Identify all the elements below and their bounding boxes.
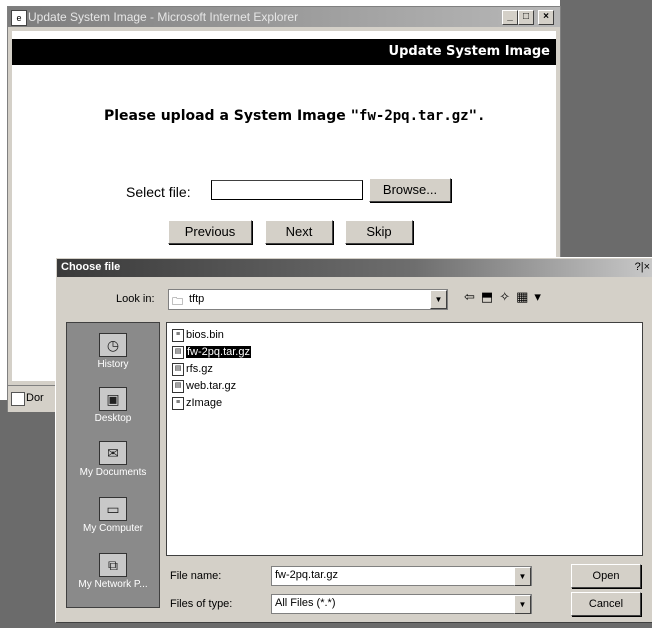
- history-icon: ◷: [99, 333, 127, 357]
- upload-prompt: Please upload a System Image "fw-2pq.tar…: [104, 108, 485, 124]
- list-item-selected[interactable]: ▤ fw-2pq.tar.gz: [172, 345, 251, 359]
- places-bar: ◷ History ▣ Desktop ✉ My Documents ▭ My …: [66, 322, 160, 608]
- archive-icon: ▤: [172, 379, 184, 393]
- file-name: web.tar.gz: [186, 380, 237, 392]
- ie-window-title: Update System Image - Microsoft Internet…: [28, 10, 299, 24]
- file-name-label: File name:: [170, 570, 222, 582]
- view-menu-icon[interactable]: ▦▾: [516, 289, 547, 304]
- file-name: rfs.gz: [186, 363, 213, 375]
- dialog-help-close-buttons[interactable]: ?|×: [635, 261, 650, 273]
- upload-prompt-text: Please upload a System Image: [104, 108, 351, 124]
- back-arrow-icon[interactable]: ⇦: [464, 289, 481, 304]
- status-text: Dor: [26, 392, 44, 404]
- archive-icon: ▤: [172, 345, 184, 359]
- close-button[interactable]: ×: [538, 10, 554, 25]
- files-of-type-value: All Files (*.*): [275, 597, 336, 609]
- place-desktop[interactable]: ▣ Desktop: [67, 387, 159, 424]
- place-history[interactable]: ◷ History: [67, 333, 159, 370]
- my-documents-icon: ✉: [99, 441, 127, 465]
- place-my-documents[interactable]: ✉ My Documents: [67, 441, 159, 478]
- list-item[interactable]: ≡ zImage: [172, 396, 222, 410]
- dialog-title: Choose file: [61, 261, 121, 273]
- list-item[interactable]: ▤ web.tar.gz: [172, 379, 236, 393]
- choose-file-dialog: Choose file ?|× Look in: 🗀 tftp ▼ ⇦⬒✧▦▾ …: [55, 257, 652, 623]
- chevron-down-icon[interactable]: ▼: [430, 290, 447, 309]
- next-button[interactable]: Next: [265, 220, 333, 244]
- file-name-value: fw-2pq.tar.gz: [275, 569, 338, 581]
- files-of-type-label: Files of type:: [170, 598, 233, 610]
- look-in-dropdown[interactable]: 🗀 tftp ▼: [168, 289, 448, 310]
- my-computer-icon: ▭: [99, 497, 127, 521]
- chevron-down-icon[interactable]: ▼: [514, 595, 531, 614]
- page-status-icon: [11, 392, 25, 406]
- desktop-icon: ▣: [99, 387, 127, 411]
- select-file-label: Select file:: [126, 184, 191, 200]
- archive-icon: ▤: [172, 362, 184, 376]
- ie-title-bar[interactable]: e Update System Image - Microsoft Intern…: [8, 7, 560, 27]
- previous-button[interactable]: Previous: [168, 220, 252, 244]
- file-icon: ≡: [172, 396, 184, 410]
- file-list: ≡ bios.bin ▤ fw-2pq.tar.gz ▤ rfs.gz ▤ web.ta…: [166, 322, 643, 556]
- file-path-input[interactable]: [211, 180, 363, 200]
- list-item[interactable]: ≡ bios.bin: [172, 328, 224, 342]
- file-name: fw-2pq.tar.gz: [186, 346, 251, 358]
- files-of-type-select[interactable]: All Files (*.*) ▼: [271, 594, 532, 614]
- my-network-places-icon: ⧉: [99, 553, 127, 577]
- dialog-title-bar[interactable]: Choose file ?|×: [57, 259, 652, 277]
- new-folder-icon[interactable]: ✧: [499, 289, 516, 304]
- place-label: History: [97, 359, 129, 370]
- place-my-computer[interactable]: ▭ My Computer: [67, 497, 159, 534]
- list-item[interactable]: ▤ rfs.gz: [172, 362, 213, 376]
- open-button[interactable]: Open: [571, 564, 641, 588]
- file-icon: ≡: [172, 328, 184, 342]
- place-label: My Documents: [79, 467, 147, 478]
- file-name: zImage: [186, 397, 223, 409]
- file-name-field[interactable]: fw-2pq.tar.gz ▼: [271, 566, 532, 586]
- upload-prompt-filename: "fw-2pq.tar.gz".: [350, 108, 486, 124]
- look-in-value: tftp: [189, 293, 205, 305]
- look-in-label: Look in:: [116, 293, 155, 305]
- ie-icon: e: [11, 10, 27, 26]
- folder-icon: 🗀: [172, 296, 183, 308]
- place-label: Desktop: [94, 413, 132, 424]
- skip-button[interactable]: Skip: [345, 220, 413, 244]
- file-name: bios.bin: [186, 329, 224, 341]
- up-folder-icon[interactable]: ⬒: [481, 289, 499, 304]
- place-label: My Computer: [82, 523, 143, 534]
- page-title: Update System Image: [388, 44, 550, 59]
- dialog-toolbar: ⇦⬒✧▦▾: [464, 289, 547, 305]
- cancel-button[interactable]: Cancel: [571, 592, 641, 616]
- place-my-network[interactable]: ⧉ My Network P...: [67, 553, 159, 590]
- minimize-button[interactable]: _: [502, 10, 518, 25]
- place-label: My Network P...: [78, 579, 148, 590]
- maximize-button[interactable]: □: [518, 10, 534, 25]
- desktop: e Update System Image - Microsoft Intern…: [0, 0, 652, 628]
- browse-button[interactable]: Browse...: [369, 178, 451, 202]
- chevron-down-icon[interactable]: ▼: [514, 567, 531, 586]
- page-header: Update System Image: [12, 39, 556, 65]
